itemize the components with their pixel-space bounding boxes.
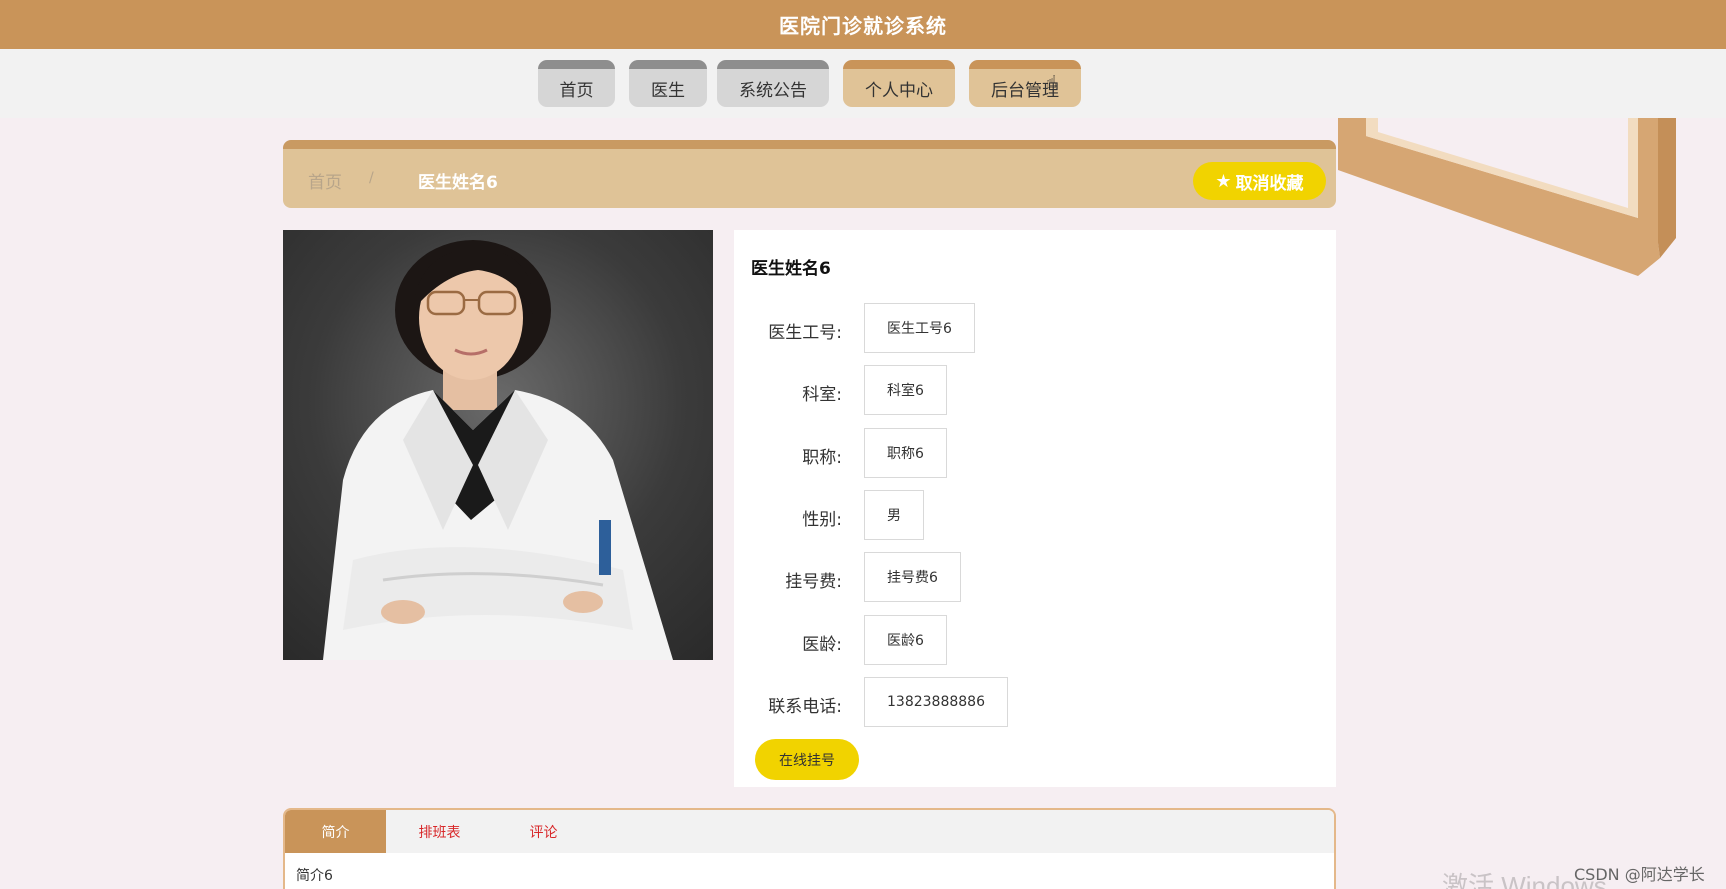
nav-personal-center[interactable]: 个人中心	[843, 60, 955, 107]
breadcrumb: 首页 / 医生姓名6 ★ 取消收藏	[283, 140, 1336, 208]
nav-announcements[interactable]: 系统公告	[717, 60, 829, 107]
tab-header: 简介 排班表 评论	[285, 810, 1334, 853]
field-value: 挂号费6	[864, 552, 961, 602]
field-label: 性别:	[802, 510, 842, 530]
field-row: 联系电话: 13823888886	[734, 677, 1334, 727]
field-value: 医龄6	[864, 615, 947, 665]
tab-intro[interactable]: 简介	[285, 810, 386, 853]
tab-content: 简介6	[296, 868, 333, 884]
field-label: 职称:	[802, 448, 842, 468]
field-value: 男	[864, 490, 924, 540]
breadcrumb-current: 医生姓名6	[418, 173, 498, 193]
doctor-name: 医生姓名6	[751, 259, 831, 279]
unfavorite-label: 取消收藏	[1235, 173, 1304, 194]
field-label: 医龄:	[802, 635, 842, 655]
decorative-frame	[1338, 118, 1676, 276]
unfavorite-button[interactable]: ★ 取消收藏	[1193, 162, 1326, 200]
breadcrumb-separator: /	[369, 170, 374, 186]
doctor-info-panel: 医生姓名6 医生工号: 医生工号6 科室: 科室6 职称: 职称6 性别: 男 …	[734, 230, 1336, 787]
field-row: 医龄: 医龄6	[734, 615, 1334, 665]
online-booking-button[interactable]: 在线挂号	[755, 739, 859, 780]
tab-comments[interactable]: 评论	[493, 810, 594, 853]
mouse-cursor-icon: ☝	[1046, 72, 1057, 93]
field-label: 科室:	[802, 385, 842, 405]
tab-schedule[interactable]: 排班表	[389, 810, 490, 853]
field-value: 医生工号6	[864, 303, 975, 353]
header-bar: 医院门诊就诊系统	[0, 0, 1726, 49]
nav-admin[interactable]: 后台管理	[969, 60, 1081, 107]
nav-doctors[interactable]: 医生	[629, 60, 707, 107]
field-row: 科室: 科室6	[734, 365, 1334, 415]
field-value: 职称6	[864, 428, 947, 478]
doctor-photo	[283, 230, 713, 660]
field-row: 挂号费: 挂号费6	[734, 552, 1334, 602]
field-value: 科室6	[864, 365, 947, 415]
field-label: 联系电话:	[768, 697, 842, 717]
field-label: 挂号费:	[785, 572, 842, 592]
field-row: 医生工号: 医生工号6	[734, 303, 1334, 353]
field-label: 医生工号:	[768, 323, 842, 343]
breadcrumb-home-link[interactable]: 首页	[308, 168, 342, 193]
field-row: 性别: 男	[734, 490, 1334, 540]
nav-home[interactable]: 首页	[538, 60, 615, 107]
csdn-watermark: CSDN @阿达学长	[1574, 865, 1705, 884]
app-title: 医院门诊就诊系统	[779, 14, 947, 38]
detail-tabs: 简介 排班表 评论 简介6	[283, 808, 1336, 889]
doctor-illustration	[323, 240, 673, 660]
field-value: 13823888886	[864, 677, 1008, 727]
nav-bar: 首页 医生 系统公告 个人中心 后台管理	[0, 49, 1726, 118]
star-icon: ★	[1215, 170, 1232, 192]
field-row: 职称: 职称6	[734, 428, 1334, 478]
